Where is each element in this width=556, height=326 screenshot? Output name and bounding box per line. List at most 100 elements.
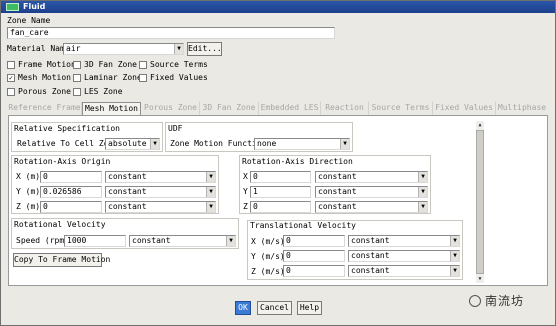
source-terms-checkbox[interactable] [139,61,147,69]
frame-motion-checkbox[interactable] [7,61,15,69]
speed-method-value: constant [132,236,171,245]
chevron-down-icon: ▼ [418,172,427,182]
translation-x-method-dropdown[interactable]: constant ▼ [348,235,460,247]
zone-name-input[interactable]: fan_care [7,27,335,39]
scrollbar-thumb[interactable] [476,130,484,274]
chevron-down-icon: ▼ [418,187,427,197]
origin-y-input[interactable]: 0.026586 [40,186,102,198]
direction-z-label: Z [243,202,248,211]
scroll-up-icon[interactable]: ▲ [476,121,484,129]
scroll-down-icon[interactable]: ▼ [476,275,484,283]
chevron-down-icon: ▼ [418,202,427,212]
origin-x-label: X (m) [16,172,41,181]
direction-z-input[interactable]: 0 [250,201,311,213]
cancel-button[interactable]: Cancel [257,301,292,315]
tab-multiphase[interactable]: Multiphase [496,102,548,115]
fixed-values-checkbox[interactable] [139,74,147,82]
speed-method-dropdown[interactable]: constant ▼ [129,235,236,247]
source-terms-label: Source Terms [150,60,208,69]
chevron-down-icon: ▼ [206,202,215,212]
tab-reference-frame[interactable]: Reference Frame [8,102,82,115]
speed-label: Speed (rpm) [16,236,69,245]
tab-mesh-motion[interactable]: Mesh Motion [82,102,141,116]
zone-motion-function-label: Zone Motion Function [170,139,267,148]
zone-motion-function-value: none [257,139,277,148]
translational-velocity-title: Translational Velocity [250,221,356,230]
tab-source-terms[interactable]: Source Terms [369,102,433,115]
relative-to-cell-zone-value: absolute [108,139,147,148]
material-name-value: air [66,44,81,53]
translation-z-method-value: constant [351,266,390,275]
tab-reaction[interactable]: Reaction [321,102,369,115]
translation-x-method-value: constant [351,236,390,245]
translation-z-method-dropdown[interactable]: constant ▼ [348,265,460,277]
chevron-down-icon: ▼ [150,139,159,149]
les-zone-label: LES Zone [84,87,123,96]
rotation-axis-direction-title: Rotation-Axis Direction [242,157,353,166]
origin-z-method-dropdown[interactable]: constant ▼ [105,201,216,213]
origin-x-method-dropdown[interactable]: constant ▼ [105,171,216,183]
origin-x-method-value: constant [108,172,147,181]
translation-x-label: X (m/s) [251,237,285,246]
check-icon: ✓ [8,74,14,82]
direction-z-method-dropdown[interactable]: constant ▼ [315,201,428,213]
ok-button[interactable]: OK [235,301,251,315]
origin-z-label: Z (m) [16,202,41,211]
direction-x-label: X [243,172,248,181]
mesh-motion-label: Mesh Motion [18,73,71,82]
material-name-dropdown[interactable]: air ▼ [63,43,184,55]
translation-x-input[interactable]: 0 [283,235,345,247]
title-bar[interactable]: Fluid [1,1,555,13]
tab-embedded-les[interactable]: Embedded LES [259,102,321,115]
copy-to-frame-motion-button[interactable]: Copy To Frame Motion [13,253,110,267]
direction-y-method-dropdown[interactable]: constant ▼ [315,186,428,198]
speed-input[interactable]: 1000 [64,235,126,247]
relative-specification-title: Relative Specification [14,124,120,133]
direction-x-input[interactable]: 0 [250,171,311,183]
chevron-down-icon: ▼ [206,187,215,197]
laminar-zone-label: Laminar Zone [84,73,142,82]
tab-porous-zone[interactable]: Porous Zone [142,102,200,115]
frame-motion-label: Frame Motion [18,60,76,69]
tab-3d-fan-zone[interactable]: 3D Fan Zone [200,102,259,115]
origin-y-method-dropdown[interactable]: constant ▼ [105,186,216,198]
material-name-label: Material Name [7,44,70,53]
fixed-values-label: Fixed Values [150,73,208,82]
direction-y-input[interactable]: 1 [250,186,311,198]
wechat-icon [469,295,481,307]
zone-motion-function-dropdown[interactable]: none ▼ [254,138,350,150]
3d-fan-zone-checkbox[interactable] [73,61,81,69]
origin-y-method-value: constant [108,187,147,196]
translation-y-method-dropdown[interactable]: constant ▼ [348,250,460,262]
watermark: 南流坊 [469,292,524,309]
chevron-down-icon: ▼ [450,266,459,276]
relative-to-cell-zone-label: Relative To Cell Zone [17,139,119,148]
mesh-motion-checkbox[interactable]: ✓ [7,74,15,82]
relative-to-cell-zone-dropdown[interactable]: absolute ▼ [105,138,160,150]
translation-z-label: Z (m/s) [251,267,285,276]
origin-z-input[interactable]: 0 [40,201,102,213]
direction-z-method-value: constant [318,202,357,211]
direction-y-method-value: constant [318,187,357,196]
translation-y-label: Y (m/s) [251,252,285,261]
translation-z-input[interactable]: 0 [283,265,345,277]
vertical-scrollbar[interactable]: ▲ ▼ [476,121,484,283]
laminar-zone-checkbox[interactable] [73,74,81,82]
rotation-axis-origin-title: Rotation-Axis Origin [14,157,111,166]
window-title: Fluid [23,2,46,11]
direction-x-method-dropdown[interactable]: constant ▼ [315,171,428,183]
origin-x-input[interactable]: 0 [40,171,102,183]
app-icon [6,3,19,11]
chevron-down-icon: ▼ [226,236,235,246]
translation-y-input[interactable]: 0 [283,250,345,262]
porous-zone-checkbox[interactable] [7,88,15,96]
help-button[interactable]: Help [297,301,322,315]
fluid-dialog: Fluid Zone Name fan_care Material Name a… [0,0,556,326]
rotational-velocity-title: Rotational Velocity [14,220,106,229]
origin-z-method-value: constant [108,202,147,211]
edit-material-button[interactable]: Edit... [187,42,222,56]
chevron-down-icon: ▼ [450,236,459,246]
zone-name-label: Zone Name [7,16,51,25]
les-zone-checkbox[interactable] [73,88,81,96]
tab-fixed-values[interactable]: Fixed Values [433,102,496,115]
